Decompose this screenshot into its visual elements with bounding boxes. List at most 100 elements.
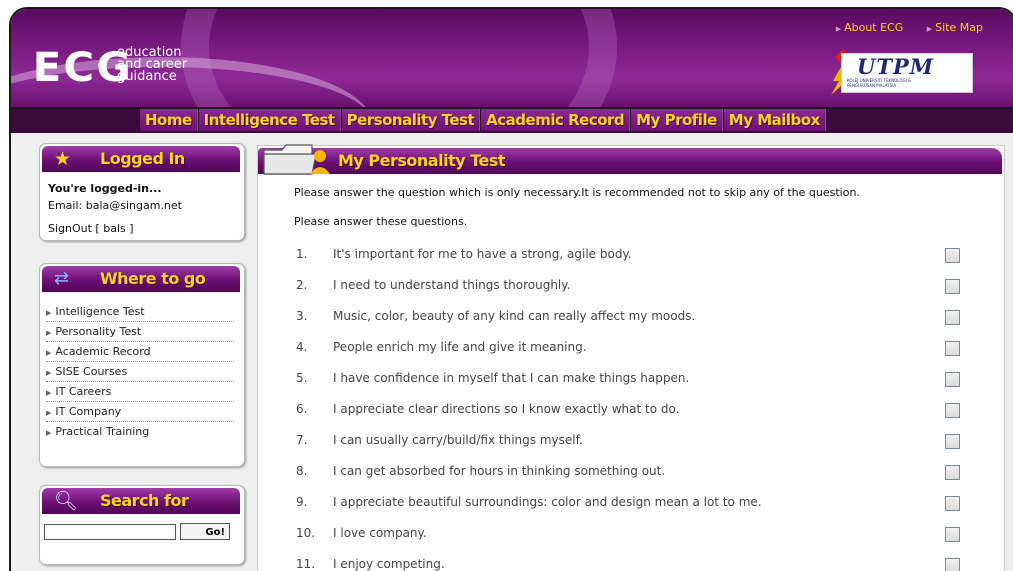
about-ecg-link[interactable]: ▶ About ECG [836, 21, 904, 34]
sidebar-item-practical-training[interactable]: ▶ Practical Training [46, 422, 234, 441]
question-text: I love company. [333, 526, 427, 540]
nav-personality-test[interactable]: Personality Test [340, 109, 481, 131]
panel-header: ⇄ Where to go [42, 266, 240, 292]
where-to-go-panel: ⇄ Where to go ▶ Intelligence Test ▶ Person… [39, 263, 245, 467]
question-checkbox[interactable] [945, 527, 960, 542]
arrow-right-icon: ▶ [46, 369, 52, 377]
question-row: 2. I need to understand things thoroughly… [296, 278, 976, 298]
login-status: You're logged-in... [48, 182, 162, 195]
question-checkbox[interactable] [945, 341, 960, 356]
sidebar-item-label: Practical Training [55, 425, 150, 438]
ecg-logo-tagline: education and career guidance [117, 46, 187, 84]
question-text: I need to understand things thoroughly. [333, 278, 571, 292]
question-row: 4. People enrich my life and give it mean… [296, 340, 976, 360]
arrow-right-icon: ▶ [835, 25, 842, 33]
question-checkbox[interactable] [945, 310, 960, 325]
page-frame: ECG education and career guidance ▶ About… [9, 7, 1013, 571]
arrows-icon: ⇄ [54, 268, 70, 289]
search-go-button[interactable]: Go! [180, 523, 230, 540]
intro-text-2: Please answer these questions. [294, 215, 468, 228]
arrow-right-icon: ▶ [46, 389, 52, 397]
question-text: I can get absorbed for hours in thinking… [333, 464, 666, 478]
nav-my-profile[interactable]: My Profile [630, 109, 723, 131]
site-header: ECG education and career guidance ▶ About… [11, 9, 1013, 107]
search-input[interactable] [44, 524, 176, 540]
question-row: 9. I appreciate beautiful surroundings: c… [296, 495, 976, 515]
about-ecg-label: About ECG [844, 21, 904, 34]
login-email: Email: bala@singam.net [48, 199, 182, 212]
question-checkbox[interactable] [945, 558, 960, 571]
question-row: 5. I have confidence in myself that I can… [296, 371, 976, 391]
panel-title: Search for [100, 491, 189, 510]
utpm-logo-subtext: KOLEJ UNIVERSITI TEKNOLOGI & PENGURUSAN … [847, 78, 911, 88]
sidebar-item-intelligence-test[interactable]: ▶ Intelligence Test [46, 302, 234, 322]
arrow-right-icon: ▶ [46, 329, 52, 337]
question-text: People enrich my life and give it meanin… [333, 340, 587, 354]
question-checkbox[interactable] [945, 496, 960, 511]
sidebar-item-label: SISE Courses [55, 365, 128, 378]
star-icon: ★ [54, 148, 72, 170]
question-text: I can usually carry/build/fix things mys… [333, 433, 583, 447]
question-number: 4. [296, 340, 308, 354]
question-row: 1. It's important for me to have a strong… [296, 247, 976, 267]
question-checkbox[interactable] [945, 434, 960, 449]
question-row: 6. I appreciate clear directions so I kno… [296, 402, 976, 422]
question-checkbox[interactable] [945, 403, 960, 418]
top-links: ▶ About ECG ▶ Site Map [816, 21, 983, 34]
magnifier-icon: 🔍︎ [54, 490, 79, 512]
panel-header: ★ Logged In [42, 146, 240, 172]
panel-header: 🔍︎ Search for [42, 488, 240, 514]
question-checkbox[interactable] [945, 248, 960, 263]
nav-my-mailbox[interactable]: My Mailbox [722, 109, 826, 131]
sidebar-item-sise-courses[interactable]: ▶ SISE Courses [46, 362, 234, 382]
sidebar-item-academic-record[interactable]: ▶ Academic Record [46, 342, 234, 362]
arrow-right-icon: ▶ [46, 309, 52, 317]
site-map-link[interactable]: ▶ Site Map [927, 21, 983, 34]
question-number: 3. [296, 309, 308, 323]
sidebar-item-personality-test[interactable]: ▶ Personality Test [46, 322, 234, 342]
question-checkbox[interactable] [945, 279, 960, 294]
site-map-label: Site Map [935, 21, 983, 34]
sidebar-item-it-careers[interactable]: ▶ IT Careers [46, 382, 234, 402]
arrow-right-icon: ▶ [46, 429, 52, 437]
question-number: 9. [296, 495, 308, 509]
sidebar-item-label: IT Company [55, 405, 122, 418]
arrow-right-icon: ▶ [926, 25, 933, 33]
page-title: My Personality Test [338, 151, 506, 170]
question-number: 10. [296, 526, 316, 540]
question-text: I appreciate beautiful surroundings: col… [333, 495, 762, 509]
nav-home[interactable]: Home [139, 109, 198, 131]
sidebar-item-label: Intelligence Test [55, 305, 145, 318]
question-number: 8. [296, 464, 308, 478]
question-number: 6. [296, 402, 308, 416]
tagline-line: guidance [117, 69, 177, 84]
question-checkbox[interactable] [945, 372, 960, 387]
nav-intelligence-test[interactable]: Intelligence Test [197, 109, 341, 131]
arrow-right-icon: ▶ [46, 409, 52, 417]
question-number: 5. [296, 371, 308, 385]
sidebar-item-label: Academic Record [55, 345, 151, 358]
question-row: 10. I love company. [296, 526, 976, 546]
question-row: 8. I can get absorbed for hours in thinki… [296, 464, 976, 484]
utpm-subtext-line: PENGURUSAN MALAYSIA [847, 83, 897, 88]
question-text: I appreciate clear directions so I know … [333, 402, 680, 416]
sidebar-item-label: IT Careers [55, 385, 112, 398]
nav-academic-record[interactable]: Academic Record [480, 109, 631, 131]
arrow-right-icon: ▶ [46, 349, 52, 357]
utpm-logo: UTPM KOLEJ UNIVERSITI TEKNOLOGI & PENGUR… [823, 49, 973, 95]
folder-user-icon [263, 144, 330, 175]
question-row: 7. I can usually carry/build/fix things m… [296, 433, 976, 453]
signout-link[interactable]: SignOut [ bals ] [48, 222, 134, 235]
logged-in-panel: ★ Logged In You're logged-in... Email: b… [39, 143, 245, 241]
question-text: It's important for me to have a strong, … [333, 247, 632, 261]
sidebar-item-it-company[interactable]: ▶ IT Company [46, 402, 234, 422]
question-checkbox[interactable] [945, 465, 960, 480]
where-to-go-list: ▶ Intelligence Test ▶ Personality Test ▶ Ac… [46, 302, 234, 441]
question-number: 2. [296, 278, 308, 292]
utpm-logo-text: UTPM [857, 54, 934, 79]
panel-title: Logged In [100, 149, 185, 168]
panel-header: My Personality Test [258, 148, 1002, 174]
panel-title: Where to go [100, 269, 206, 288]
question-number: 7. [296, 433, 308, 447]
intro-text: Please answer the question which is only… [294, 186, 860, 199]
